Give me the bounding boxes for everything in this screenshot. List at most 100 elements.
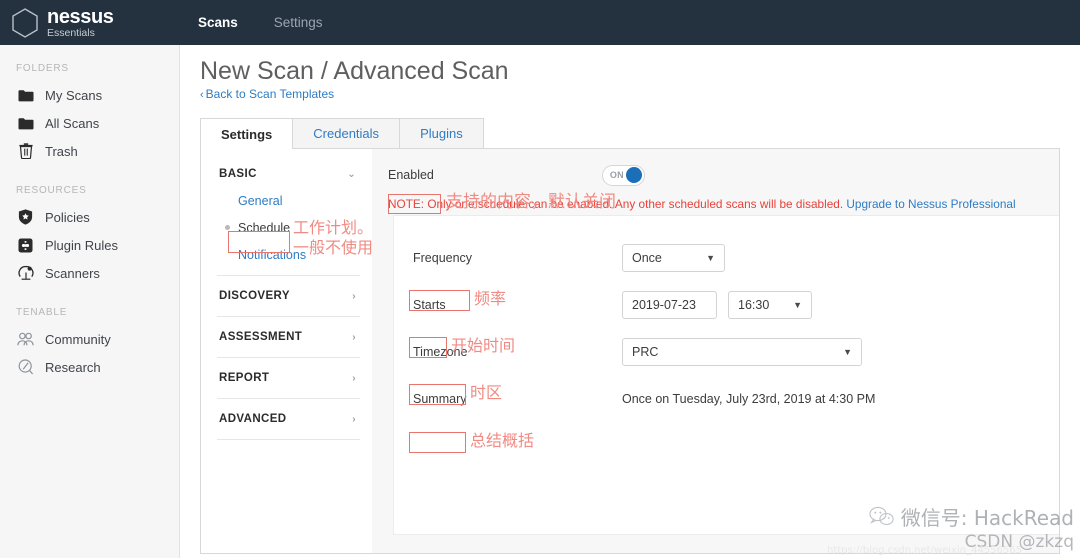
note-text: NOTE: Only one schedule can be enabled. … [388,197,844,211]
summary-label: Summary [413,391,467,406]
enabled-toggle[interactable]: ON [601,164,645,186]
settings-item-label: Schedule [238,220,291,235]
frequency-label: Frequency [413,250,473,265]
settings-section-label: DISCOVERY [219,290,290,302]
starts-control: 2019-07-23 16:30 ▼ [622,290,812,319]
sidebar-item-label: Research [45,359,101,375]
people-icon [17,331,34,348]
sidebar-item-community[interactable]: Community [0,325,179,353]
sidebar-group-resources-title: RESOURCES [16,185,87,196]
shield-star-icon [17,209,34,226]
divider [217,398,360,399]
settings-section-advanced[interactable]: ADVANCED › [201,406,372,432]
toggle-knob [625,167,642,183]
chevron-down-icon: ▼ [793,299,802,310]
settings-section-basic[interactable]: BASIC ⌄ [201,161,372,187]
chevron-down-icon: ▼ [843,346,852,357]
starts-time-value: 16:30 [738,297,770,312]
settings-sub-navigation: BASIC ⌄ General Schedule Notifications D… [201,149,372,553]
chevron-right-icon: › [352,331,356,343]
sidebar-item-scanners[interactable]: Scanners [0,259,179,287]
sidebar-item-label: All Scans [45,115,100,131]
sidebar-item-trash[interactable]: Trash [0,137,179,165]
settings-item-schedule[interactable]: Schedule [201,214,372,241]
back-link-label: Back to Scan Templates [205,87,335,101]
trash-icon [17,143,34,160]
starts-label: Starts [413,297,446,312]
sidebar-item-label: Community [45,331,111,347]
left-sidebar: FOLDERS My Scans All Scans Trash RESOURC… [0,45,180,558]
folder-icon [17,87,34,104]
page-title: New Scan / Advanced Scan [200,57,509,85]
chevron-right-icon: › [352,413,356,425]
settings-item-notifications[interactable]: Notifications [201,241,372,268]
frequency-control: Once ▼ [622,243,725,272]
brand-subtitle: Essentials [47,27,95,40]
divider [217,439,360,440]
main-content: New Scan / Advanced Scan ‹ Back to Scan T… [180,45,1080,558]
timezone-select[interactable]: PRC ▼ [622,337,862,366]
plugin-square-icon [17,237,34,254]
frequency-select[interactable]: Once ▼ [622,243,725,272]
frequency-row: Frequency Once ▼ [394,234,1059,281]
timezone-row: Timezone PRC ▼ [394,328,1059,375]
sidebar-item-label: Policies [45,209,90,225]
back-to-scan-templates-link[interactable]: ‹ Back to Scan Templates [200,87,334,101]
starts-date-input[interactable]: 2019-07-23 [622,290,717,319]
selected-dot-icon [225,225,230,230]
upgrade-link[interactable]: Upgrade to Nessus Professional [846,197,1015,211]
enabled-row: Enabled ON [372,163,1059,187]
sidebar-item-all-scans[interactable]: All Scans [0,109,179,137]
tab-plugins[interactable]: Plugins [399,118,484,148]
settings-section-assessment[interactable]: ASSESSMENT › [201,324,372,350]
schedule-form-card: Frequency Once ▼ Starts 2019-07-23 16:30… [393,215,1059,535]
sidebar-item-label: My Scans [45,87,103,103]
nessus-logo[interactable]: nessus Essentials [0,0,180,45]
settings-section-report[interactable]: REPORT › [201,365,372,391]
divider [217,316,360,317]
top-nav-links: Scans Settings [180,0,341,45]
nav-item-scans[interactable]: Scans [180,0,256,45]
settings-section-discovery[interactable]: DISCOVERY › [201,283,372,309]
divider [217,275,360,276]
tab-settings[interactable]: Settings [200,118,294,149]
settings-section-label: ASSESSMENT [219,331,303,343]
tab-credentials[interactable]: Credentials [292,118,401,148]
settings-section-label: BASIC [219,168,257,180]
magnifier-bulb-icon [17,359,34,376]
starts-time-select[interactable]: 16:30 ▼ [728,290,812,319]
settings-panel: BASIC ⌄ General Schedule Notifications D… [200,149,1060,554]
folder-icon [17,115,34,132]
radar-icon [17,265,34,282]
timezone-value: PRC [632,344,659,359]
nav-item-settings[interactable]: Settings [256,0,341,45]
brand-text: nessus Essentials [47,6,114,39]
toggle-state-label: ON [609,170,624,180]
settings-item-general[interactable]: General [201,187,372,214]
summary-row: Summary Once on Tuesday, July 23rd, 2019… [394,375,1059,422]
starts-row: Starts 2019-07-23 16:30 ▼ [394,281,1059,328]
sidebar-item-research[interactable]: Research [0,353,179,381]
sidebar-item-label: Scanners [45,265,100,281]
chevron-left-icon: ‹ [200,89,204,101]
nessus-app-window: nessus Essentials Scans Settings FOLDERS… [0,0,1080,558]
settings-section-label: REPORT [219,372,270,384]
sidebar-item-policies[interactable]: Policies [0,203,179,231]
watermark-url: https://blog.csdn.net/weixin_44556565 [826,545,1022,556]
sidebar-item-plugin-rules[interactable]: Plugin Rules [0,231,179,259]
sidebar-item-my-scans[interactable]: My Scans [0,81,179,109]
schedule-note: NOTE: Only one schedule can be enabled. … [372,187,1059,211]
tab-bar: Settings Credentials Plugins [200,118,1060,149]
divider [217,357,360,358]
sidebar-group-folders-title: FOLDERS [16,63,69,74]
chevron-right-icon: › [352,290,356,302]
sidebar-item-label: Plugin Rules [45,237,118,253]
timezone-label: Timezone [413,344,468,359]
schedule-settings-pane: Enabled ON NOTE: Only one schedule can b… [372,149,1059,553]
sidebar-item-label: Trash [45,143,78,159]
top-navigation-bar: nessus Essentials Scans Settings [0,0,1080,45]
timezone-control: PRC ▼ [622,337,862,366]
chevron-down-icon: ▼ [706,252,715,263]
